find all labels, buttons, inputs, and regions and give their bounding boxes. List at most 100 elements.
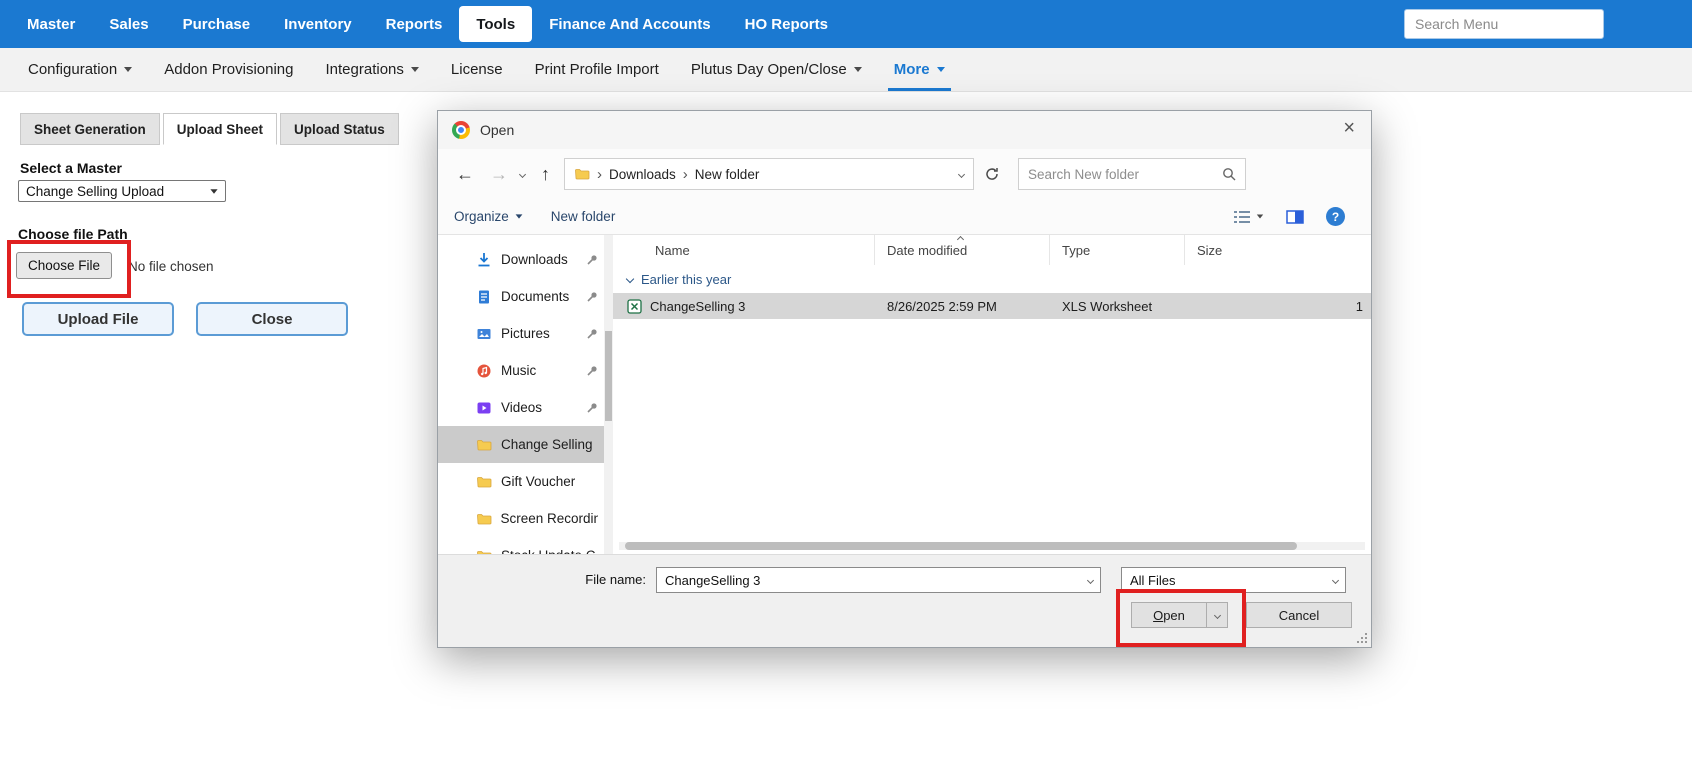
back-arrow-icon[interactable]: ← — [456, 164, 474, 185]
sidebar-item-label: Change Selling — [501, 437, 593, 452]
sidebar-item-stock-update[interactable]: Stock Update C — [438, 537, 604, 554]
file-name-dropdown-button[interactable] — [1080, 568, 1100, 592]
dialog-title: Open — [480, 122, 514, 138]
column-header-label: Date modified — [887, 243, 967, 258]
subnav-item-plutus-day-open-close[interactable]: Plutus Day Open/Close — [675, 48, 878, 91]
tab-upload-sheet[interactable]: Upload Sheet — [163, 113, 277, 145]
sidebar-item-music[interactable]: Music — [438, 352, 604, 389]
column-header-type[interactable]: Type — [1050, 235, 1185, 265]
sidebar-scrollbar[interactable] — [604, 235, 613, 554]
annotation-open-button-highlight — [1116, 589, 1246, 647]
dialog-title-bar[interactable]: Open × — [438, 111, 1371, 149]
file-type-cell: XLS Worksheet — [1050, 299, 1185, 314]
subnav-item-license[interactable]: License — [435, 48, 519, 91]
nav-item-inventory[interactable]: Inventory — [267, 0, 369, 48]
chevron-down-icon — [411, 67, 419, 72]
chrome-icon — [452, 121, 470, 139]
horizontal-scrollbar-thumb[interactable] — [625, 542, 1297, 550]
subnav-item-print-profile-import[interactable]: Print Profile Import — [519, 48, 675, 91]
list-view-icon — [1233, 210, 1251, 224]
sidebar-item-label: Screen Recordin — [501, 511, 598, 526]
chevron-down-icon — [124, 67, 132, 72]
sidebar-item-label: Documents — [501, 289, 569, 304]
nav-item-purchase[interactable]: Purchase — [166, 0, 268, 48]
collapse-chevron-icon — [626, 275, 634, 283]
chevron-down-icon — [937, 67, 945, 72]
file-row-changeselling-3[interactable]: ChangeSelling 3 8/26/2025 2:59 PM XLS Wo… — [613, 293, 1371, 319]
dialog-search-input[interactable] — [1028, 167, 1222, 182]
resize-grip[interactable] — [1355, 631, 1367, 643]
sidebar-item-change-selling[interactable]: Change Selling — [438, 426, 604, 463]
master-select-dropdown[interactable]: Change Selling Upload — [18, 180, 226, 202]
nav-item-master[interactable]: Master — [10, 0, 92, 48]
subnav-item-addon-provisioning[interactable]: Addon Provisioning — [148, 48, 309, 91]
file-name-text: ChangeSelling 3 — [650, 299, 745, 314]
sidebar-item-screen-recording[interactable]: Screen Recordin — [438, 500, 604, 537]
dialog-toolbar: Organize New folder ? — [438, 199, 1371, 235]
upload-file-button[interactable]: Upload File — [22, 302, 174, 336]
organize-menu-button[interactable]: Organize — [454, 209, 523, 224]
sidebar-item-label: Downloads — [501, 252, 568, 267]
help-icon[interactable]: ? — [1326, 207, 1345, 226]
pictures-icon — [476, 326, 492, 342]
nav-item-reports[interactable]: Reports — [369, 0, 460, 48]
pin-icon — [587, 328, 598, 339]
toolbar-right-icons: ? — [1233, 207, 1345, 226]
sidebar-scrollbar-thumb[interactable] — [605, 331, 612, 421]
new-folder-button[interactable]: New folder — [551, 209, 616, 224]
nav-item-sales[interactable]: Sales — [92, 0, 165, 48]
subnav-label: Configuration — [28, 61, 117, 78]
file-size-cell: 1 — [1185, 299, 1371, 314]
subnav-label: More — [894, 61, 930, 78]
chevron-down-icon — [1331, 576, 1338, 583]
nav-item-tools[interactable]: Tools — [459, 6, 532, 42]
close-icon[interactable]: × — [1343, 118, 1355, 138]
group-header-earlier-this-year[interactable]: Earlier this year — [613, 265, 1371, 293]
address-bar[interactable]: › Downloads › New folder — [564, 158, 974, 190]
sidebar-item-gift-voucher[interactable]: Gift Voucher — [438, 463, 604, 500]
horizontal-scrollbar[interactable] — [619, 542, 1365, 550]
breadcrumb-downloads[interactable]: Downloads — [609, 167, 676, 182]
view-mode-button[interactable] — [1233, 210, 1264, 224]
nav-item-ho-reports[interactable]: HO Reports — [728, 0, 845, 48]
dialog-nav-bar: ← → ↑ › Downloads › New folder — [438, 149, 1371, 199]
forward-arrow-icon[interactable]: → — [490, 164, 508, 185]
close-button[interactable]: Close — [196, 302, 348, 336]
chevron-down-icon — [854, 67, 862, 72]
pin-icon — [587, 402, 598, 413]
sidebar-item-documents[interactable]: Documents — [438, 278, 604, 315]
sidebar-item-pictures[interactable]: Pictures — [438, 315, 604, 352]
pin-icon — [587, 291, 598, 302]
recent-locations-chevron-icon[interactable] — [519, 170, 526, 177]
up-arrow-icon[interactable]: ↑ — [541, 164, 550, 185]
refresh-icon[interactable] — [984, 166, 1000, 182]
breadcrumb-new-folder[interactable]: New folder — [695, 167, 760, 182]
column-header-name[interactable]: Name — [613, 235, 875, 265]
file-type-dropdown-button[interactable] — [1325, 568, 1345, 592]
column-header-date-modified[interactable]: Date modified — [875, 235, 1050, 265]
cancel-button[interactable]: Cancel — [1246, 602, 1352, 628]
chevron-down-icon — [515, 214, 522, 218]
top-nav-bar: Master Sales Purchase Inventory Reports … — [0, 0, 1692, 48]
chevron-down-icon — [1086, 576, 1093, 583]
breadcrumb-separator: › — [683, 166, 688, 183]
file-name-input[interactable] — [657, 573, 1080, 588]
subnav-item-more[interactable]: More — [878, 48, 961, 91]
sub-nav-bar: Configuration Addon Provisioning Integra… — [0, 48, 1692, 92]
download-icon — [476, 252, 492, 268]
preview-pane-icon[interactable] — [1286, 210, 1304, 224]
search-icon — [1222, 167, 1236, 181]
nav-item-finance-and-accounts[interactable]: Finance And Accounts — [532, 0, 727, 48]
subnav-item-configuration[interactable]: Configuration — [12, 48, 148, 91]
sidebar-item-downloads[interactable]: Downloads — [438, 241, 604, 278]
tab-sheet-generation[interactable]: Sheet Generation — [20, 113, 160, 145]
column-header-size[interactable]: Size — [1185, 235, 1371, 265]
address-dropdown-chevron-icon[interactable] — [958, 170, 965, 177]
sidebar-item-videos[interactable]: Videos — [438, 389, 604, 426]
subnav-item-integrations[interactable]: Integrations — [310, 48, 435, 91]
chevron-down-icon — [1257, 215, 1263, 219]
tab-upload-status[interactable]: Upload Status — [280, 113, 399, 145]
select-master-label: Select a Master — [20, 160, 122, 176]
file-name-combobox — [656, 567, 1101, 593]
search-menu-input[interactable] — [1404, 9, 1604, 39]
